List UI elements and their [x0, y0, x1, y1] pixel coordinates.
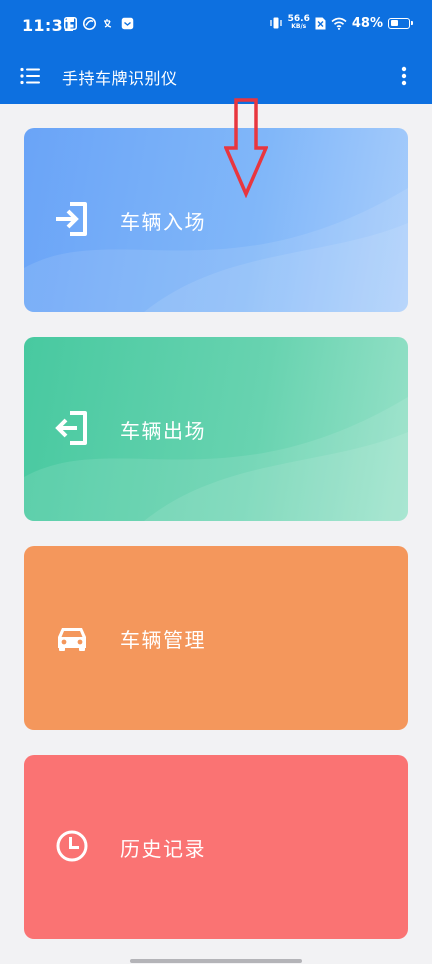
vehicle-management-label: 车辆管理 [120, 628, 206, 652]
vibrate-icon [270, 17, 282, 29]
message-notification-icon [121, 17, 134, 30]
vehicle-exit-card[interactable]: 车辆出场 [24, 337, 408, 521]
logout-exit-icon [55, 411, 87, 445]
app-notification-icon [83, 17, 96, 30]
battery-level [390, 20, 399, 26]
translate-notification-icon [104, 19, 112, 28]
vehicle-exit-label: 车辆出场 [120, 419, 206, 443]
status-right-group: 56.6 KB/s 48% [269, 15, 413, 31]
app-header: 11:31 56.6 KB/s 48% 手持车牌识别仪 [0, 0, 432, 104]
battery-icon [388, 17, 413, 29]
more-vert-icon[interactable] [398, 64, 410, 88]
clock-history-icon [56, 830, 88, 862]
app-bar: 手持车牌识别仪 [0, 52, 432, 104]
battery-percent: 48% [351, 15, 383, 31]
app-title: 手持车牌识别仪 [62, 69, 178, 88]
wifi-icon [331, 17, 347, 30]
car-icon [58, 628, 86, 651]
vehicle-entry-label: 车辆入场 [120, 210, 206, 234]
no-sim-icon [315, 17, 326, 29]
login-enter-icon [56, 202, 87, 236]
status-bar: 11:31 56.6 KB/s 48% [0, 0, 432, 52]
network-speed-unit: KB/s [291, 23, 307, 30]
home-gesture-bar[interactable] [130, 959, 302, 963]
save-notification-icon [64, 17, 77, 30]
status-notification-icons [64, 17, 134, 30]
vehicle-entry-card[interactable]: 车辆入场 [24, 128, 408, 312]
vehicle-management-card[interactable]: 车辆管理 [24, 546, 408, 730]
hamburger-menu-icon[interactable] [18, 64, 42, 88]
network-speed-value: 56.6 [287, 14, 310, 24]
annotation-arrow-down-icon [224, 98, 268, 198]
network-speed: 56.6 KB/s [288, 15, 310, 31]
history-record-card[interactable]: 历史记录 [24, 755, 408, 939]
history-record-label: 历史记录 [120, 837, 206, 861]
